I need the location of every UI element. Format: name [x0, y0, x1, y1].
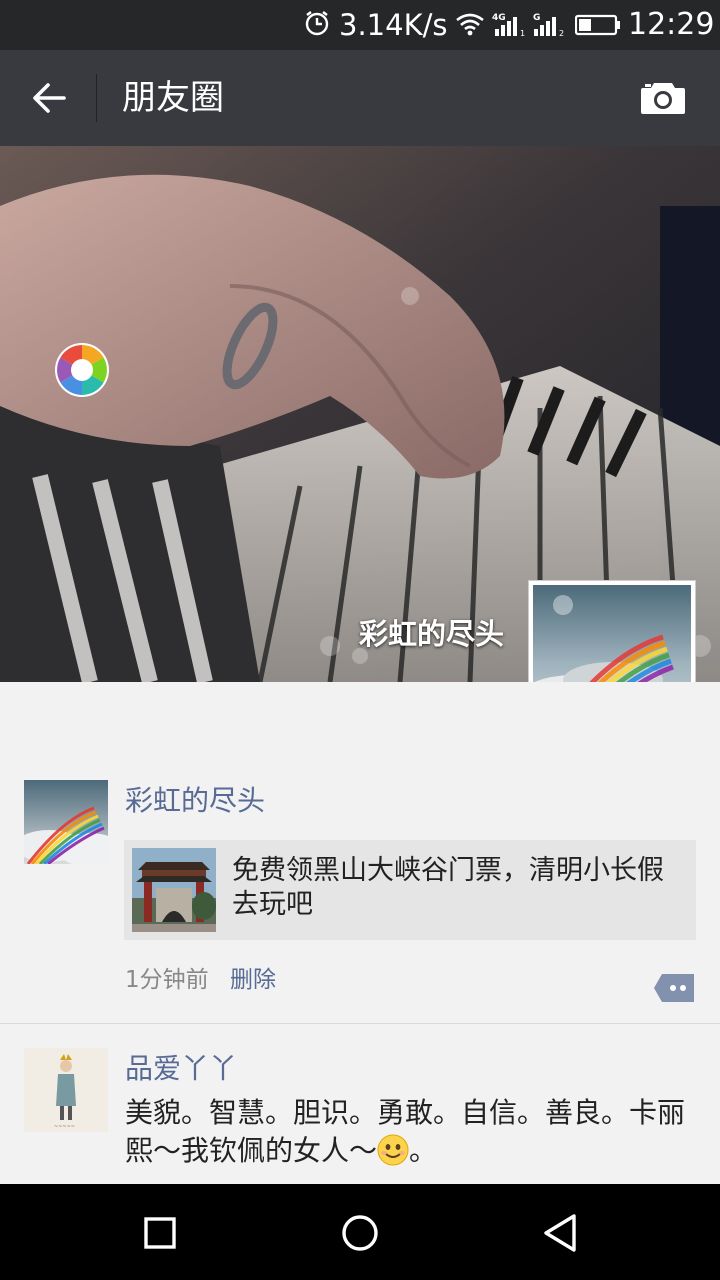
arrow-left-icon: [33, 83, 66, 113]
triangle-back-icon: [544, 1214, 576, 1252]
post-text-end: 。: [409, 1134, 438, 1167]
smile-emoji-icon: [377, 1134, 409, 1166]
svg-text:4G: 4G: [492, 13, 506, 23]
svg-text:G: G: [533, 13, 540, 23]
delete-post-link[interactable]: 删除: [230, 964, 276, 996]
signal-4g-icon: 4G 1: [492, 13, 525, 37]
svg-text:~~~~~: ~~~~~: [54, 1124, 75, 1130]
page-title: 朋友圈: [122, 78, 224, 118]
back-button[interactable]: [18, 68, 80, 128]
square-icon: [144, 1217, 176, 1249]
alarm-icon: [305, 11, 329, 36]
recents-button[interactable]: [130, 1208, 190, 1258]
title-divider: [96, 74, 97, 122]
rainbow-clouds-thumbnail: [24, 780, 108, 864]
post-author-name[interactable]: 品爱丫丫: [125, 1050, 237, 1088]
signal-g-icon: G 2: [533, 13, 564, 37]
shared-link-title: 免费领黑山大峡谷门票，清明小长假去玩吧: [232, 855, 664, 920]
back-nav-button[interactable]: [530, 1208, 590, 1258]
post-avatar[interactable]: ~~~~~: [24, 1048, 108, 1132]
camera-icon: [641, 83, 685, 114]
temple-gate-photo: [132, 848, 216, 932]
post-timestamp: 1分钟前: [125, 967, 209, 993]
post-avatar[interactable]: [24, 780, 108, 864]
status-bar: 3.14K/s 4G 1 G 2 12:29: [0, 0, 720, 50]
circle-icon: [342, 1215, 378, 1251]
rainbow-aperture-icon[interactable]: [54, 342, 110, 398]
system-nav-bar: [0, 1184, 720, 1280]
camera-button[interactable]: [634, 72, 692, 124]
shared-link-thumbnail: [132, 848, 216, 932]
svg-text:1: 1: [520, 29, 525, 37]
cover-username: 彩虹的尽头: [358, 617, 504, 651]
post-item: 彩虹的尽头 免费领黑山大峡谷门票，清明小长假去玩吧 1分钟前 删除: [0, 682, 720, 1024]
post-item: ~~~~~ 品爱丫丫 美貌。智慧。胆识。勇敢。自信。善良。卡丽熙～我钦佩的女人～…: [0, 1024, 720, 1184]
network-speed: 3.14K/s: [339, 8, 448, 42]
post-author-name[interactable]: 彩虹的尽头: [125, 782, 265, 820]
sketch-figure-thumbnail: ~~~~~: [24, 1048, 108, 1132]
moments-feed: 彩虹的尽头 免费领黑山大峡谷门票，清明小长假去玩吧 1分钟前 删除 ~~~~~ …: [0, 682, 720, 1184]
battery-icon: [575, 14, 620, 36]
shared-link-card[interactable]: 免费领黑山大峡谷门票，清明小长假去玩吧: [124, 840, 696, 940]
svg-text:2: 2: [559, 29, 564, 37]
comment-icon[interactable]: [652, 972, 696, 1004]
clock-time: 12:29: [628, 7, 715, 42]
home-button[interactable]: [330, 1208, 390, 1258]
title-bar: 朋友圈: [0, 50, 720, 146]
wifi-icon: [456, 13, 484, 36]
post-text: 美貌。智慧。胆识。勇敢。自信。善良。卡丽熙～我钦佩的女人～ 。: [125, 1094, 700, 1170]
